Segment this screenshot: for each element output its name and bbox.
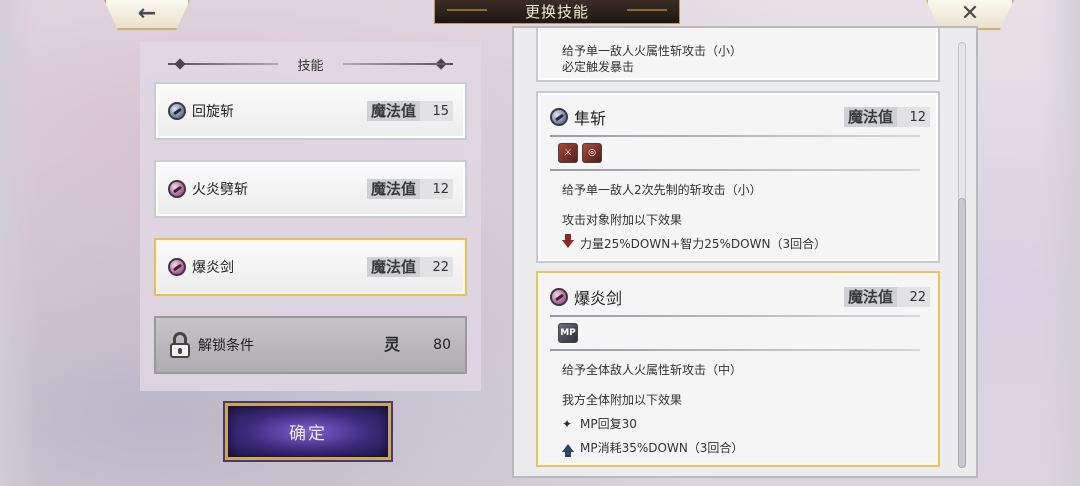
mp-label: 魔法值 [367,257,421,277]
page-title-bar: 更换技能 [434,0,680,24]
buff-arrow-up-icon [562,443,574,457]
mp-label: 魔法值 [844,107,898,127]
skill-list-header: 技能 [140,54,481,74]
card-divider [550,169,920,171]
skill-slot-2[interactable]: 火炎劈斩 魔法值 12 [154,160,467,218]
skill-description: 给予单一敌人火属性斩攻击（小） [562,44,743,58]
lock-icon [168,332,192,358]
mp-value: 22 [909,289,926,305]
effect-item: MP消耗35%DOWN（3回合） [562,439,744,457]
mp-cost: 魔法值 12 [367,179,453,199]
card-title: 隼斩 [574,109,607,128]
mp-value: 12 [432,181,449,197]
effect-item: 力量25%DOWN+智力25%DOWN（3回合） [562,233,827,252]
page-title: 更换技能 [524,3,589,21]
skill-orb-icon [168,180,186,198]
sparkle-icon: ✦ [562,416,573,431]
unlock-condition-label: 解锁条件 [198,338,254,354]
debuff-arrow-down-icon [562,233,574,248]
effect-text: 力量25%DOWN+智力25%DOWN（3回合） [580,237,827,251]
spirit-currency-icon: 灵 [383,335,400,354]
mp-label: 魔法值 [367,179,421,199]
skill-orb-icon [550,288,568,306]
skill-description: 必定触发暴击 [562,60,635,74]
preemptive-tag-icon: ◎ [582,143,602,163]
mp-cost: 魔法值 15 [367,101,453,121]
mp-value: 22 [432,259,449,275]
right-edge-shade [1040,0,1080,486]
effect-item: ✦ MP回复30 [562,415,637,432]
skill-description: 给予单一敌人2次先制的斩攻击（小） [562,183,762,197]
close-icon: ✕ [960,1,980,26]
card-divider [550,349,920,351]
confirm-button[interactable]: 确定 [225,403,391,460]
skill-orb-icon [168,102,186,120]
skill-orb-icon [168,258,186,276]
mp-cost: 魔法值 22 [844,287,930,307]
mp-cost: 魔法值 22 [367,257,453,277]
card-divider [550,315,920,317]
skill-detail-card-bakuenken: 爆炎剑 魔法值 22 MP 给予全体敌人火属性斩攻击（中） 我方全体附加以下效果… [536,271,940,467]
card-divider [550,135,920,137]
unlock-cost-value: 80 [433,337,451,353]
mp-tag-icon: MP [558,323,578,343]
skill-slot-3-selected[interactable]: 爆炎剑 魔法值 22 [154,238,467,296]
mp-label: 魔法值 [367,101,421,121]
left-edge-shade [0,0,38,486]
effect-header: 我方全体附加以下效果 [562,393,683,407]
effect-text: MP消耗35%DOWN（3回合） [580,441,744,455]
effect-header: 攻击对象附加以下效果 [562,213,683,227]
skill-detail-card-hayabusa: 隼斩 魔法值 12 ⚔ ◎ 给予单一敌人2次先制的斩攻击（小） 攻击对象附加以下… [536,91,940,263]
slash-tag-icon: ⚔ [558,143,578,163]
skill-detail-card-partial: 给予单一敌人火属性斩攻击（小） 必定触发暴击 [536,28,940,82]
skill-list-title: 技能 [297,58,324,74]
skill-name: 回旋斩 [192,104,234,120]
card-header: 隼斩 魔法值 12 [550,105,930,129]
locked-skill-slot[interactable]: 解锁条件 灵 80 [154,316,467,374]
skill-description: 给予全体敌人火属性斩攻击（中） [562,363,743,377]
header-ornament-right [343,63,453,65]
skill-list-panel: 技能 回旋斩 魔法值 15 火炎劈斩 魔法值 12 爆炎剑 魔法值 22 解锁条… [140,42,481,391]
skill-orb-icon [550,108,568,126]
skill-name: 火炎劈斩 [192,182,248,198]
header-diamond-left [174,58,186,70]
scrollbar-thumb[interactable] [958,198,966,468]
skill-slot-1[interactable]: 回旋斩 魔法值 15 [154,82,467,140]
mp-cost: 魔法值 12 [844,107,930,127]
mp-value: 12 [909,109,926,125]
back-button[interactable]: ← [104,0,190,30]
mp-label: 魔法值 [844,287,898,307]
mp-value: 15 [432,103,449,119]
effect-text: MP回复30 [580,417,637,431]
card-title: 爆炎剑 [574,289,623,308]
skill-name: 爆炎剑 [192,260,234,276]
confirm-label: 确定 [289,424,327,444]
card-header: 爆炎剑 魔法值 22 [550,285,930,309]
back-arrow-icon: ← [137,1,157,26]
skill-detail-panel[interactable]: 给予单一敌人火属性斩攻击（小） 必定触发暴击 隼斩 魔法值 12 ⚔ ◎ 给予单… [512,26,978,478]
